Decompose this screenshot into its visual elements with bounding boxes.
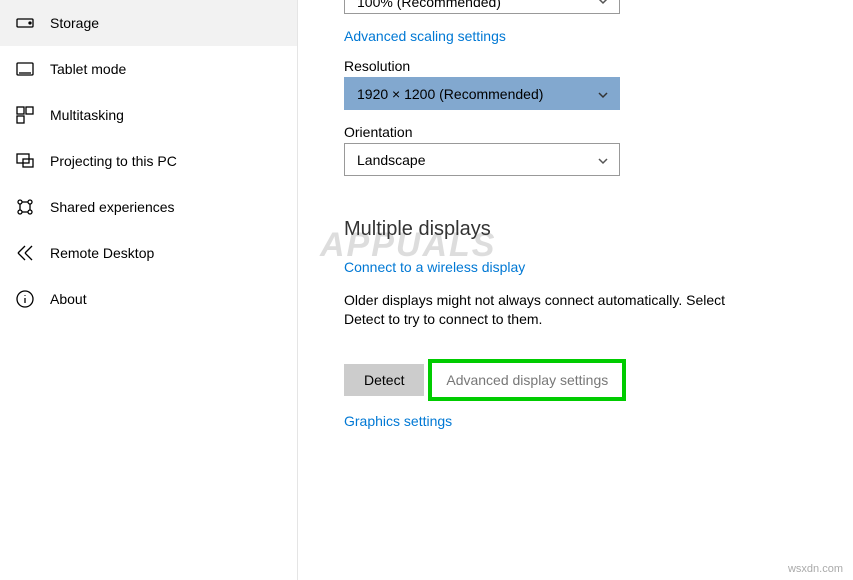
resolution-dropdown-value: 1920 × 1200 (Recommended) [357,86,543,102]
graphics-settings-link[interactable]: Graphics settings [344,413,452,429]
about-icon [16,290,34,308]
resolution-label: Resolution [344,58,853,74]
remote-desktop-icon [16,244,34,262]
settings-sidebar: Storage Tablet mode Multitasking [0,0,298,580]
connect-wireless-display-link[interactable]: Connect to a wireless display [344,259,525,275]
sidebar-item-label: About [50,291,87,307]
display-settings-panel: 100% (Recommended) Advanced scaling sett… [298,0,853,580]
sidebar-item-label: Projecting to this PC [50,153,177,169]
advanced-display-highlight: Advanced display settings [428,359,626,401]
scale-dropdown[interactable]: 100% (Recommended) [344,0,620,14]
sidebar-item-label: Remote Desktop [50,245,154,261]
multitasking-icon [16,106,34,124]
orientation-label: Orientation [344,124,853,140]
sidebar-item-about[interactable]: About [0,276,297,322]
chevron-down-icon [597,88,609,100]
scale-dropdown-value: 100% (Recommended) [357,0,501,10]
shared-experiences-icon [16,198,34,216]
chevron-down-icon [597,154,609,166]
older-displays-text: Older displays might not always connect … [344,291,764,329]
orientation-dropdown[interactable]: Landscape [344,143,620,176]
detect-button[interactable]: Detect [344,364,424,396]
sidebar-item-label: Multitasking [50,107,124,123]
tablet-mode-icon [16,60,34,78]
orientation-dropdown-value: Landscape [357,152,426,168]
sidebar-item-label: Storage [50,15,99,31]
sidebar-item-tablet-mode[interactable]: Tablet mode [0,46,297,92]
chevron-down-icon [597,0,609,6]
sidebar-item-label: Tablet mode [50,61,126,77]
sidebar-item-shared-experiences[interactable]: Shared experiences [0,184,297,230]
resolution-dropdown[interactable]: 1920 × 1200 (Recommended) [344,77,620,110]
projecting-icon [16,152,34,170]
multiple-displays-heading: Multiple displays [344,218,853,241]
sidebar-item-projecting[interactable]: Projecting to this PC [0,138,297,184]
sidebar-item-multitasking[interactable]: Multitasking [0,92,297,138]
sidebar-item-storage[interactable]: Storage [0,0,297,46]
advanced-scaling-link[interactable]: Advanced scaling settings [344,28,506,44]
storage-icon [16,14,34,32]
attribution-text: wsxdn.com [788,563,843,575]
sidebar-item-remote-desktop[interactable]: Remote Desktop [0,230,297,276]
advanced-display-settings-link[interactable]: Advanced display settings [446,372,608,388]
sidebar-item-label: Shared experiences [50,199,175,215]
